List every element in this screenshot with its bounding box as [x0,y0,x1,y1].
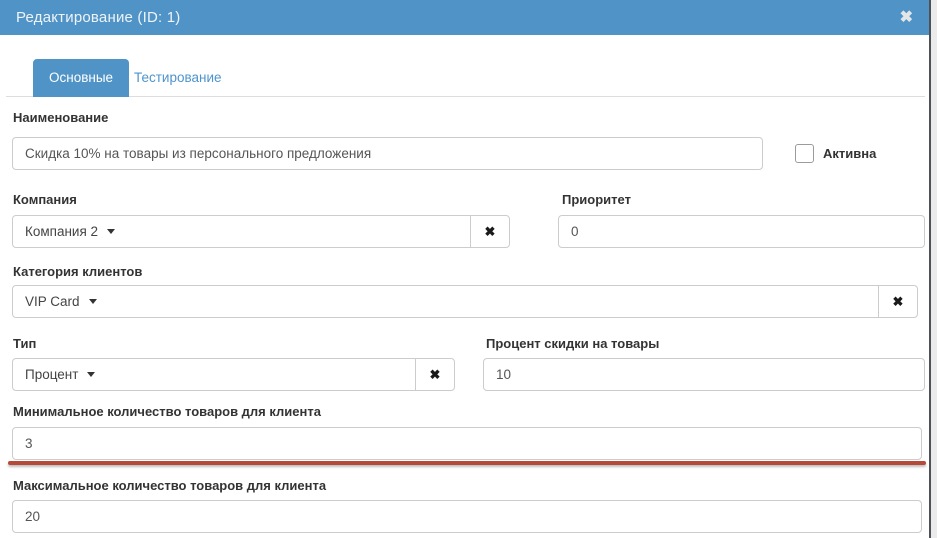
tab-bar: Основные Тестирование [6,58,925,97]
company-select-value: Компания 2 [25,224,98,239]
min-goods-label: Минимальное количество товаров для клиен… [13,404,321,420]
type-label: Тип [13,336,36,352]
tab-testing[interactable]: Тестирование [118,59,238,97]
tab-main[interactable]: Основные [33,59,129,97]
client-category-select[interactable]: VIP Card [12,285,879,318]
type-select-value: Процент [25,367,78,382]
name-input[interactable] [12,137,763,170]
chevron-down-icon [107,229,115,234]
red-underline-annotation [8,461,926,465]
client-category-clear-button[interactable]: ✖ [878,285,918,318]
discount-percent-label: Процент скидки на товары [486,336,659,352]
max-goods-input[interactable] [12,500,922,533]
chevron-down-icon [89,299,97,304]
active-checkbox[interactable] [795,144,814,163]
type-select[interactable]: Процент [12,358,416,391]
company-clear-button[interactable]: ✖ [470,215,510,248]
page-background-strip [931,0,937,538]
active-checkbox-label: Активна [823,146,876,162]
client-category-select-value: VIP Card [25,294,80,309]
modal-title: Редактирование (ID: 1) [16,0,181,35]
chevron-down-icon [87,372,95,377]
name-label: Наименование [13,110,108,126]
client-category-label: Категория клиентов [13,264,142,280]
modal-header: Редактирование (ID: 1) ✖ [0,0,929,35]
edit-modal: Редактирование (ID: 1) ✖ Основные Тестир… [0,0,937,538]
close-icon[interactable]: ✖ [900,0,913,35]
priority-label: Приоритет [562,192,631,208]
company-select[interactable]: Компания 2 [12,215,471,248]
discount-percent-input[interactable] [483,358,925,391]
min-goods-input[interactable] [12,427,922,460]
type-clear-button[interactable]: ✖ [415,358,455,391]
max-goods-label: Максимальное количество товаров для клие… [13,478,326,494]
company-label: Компания [13,192,77,208]
priority-input[interactable] [558,215,925,248]
